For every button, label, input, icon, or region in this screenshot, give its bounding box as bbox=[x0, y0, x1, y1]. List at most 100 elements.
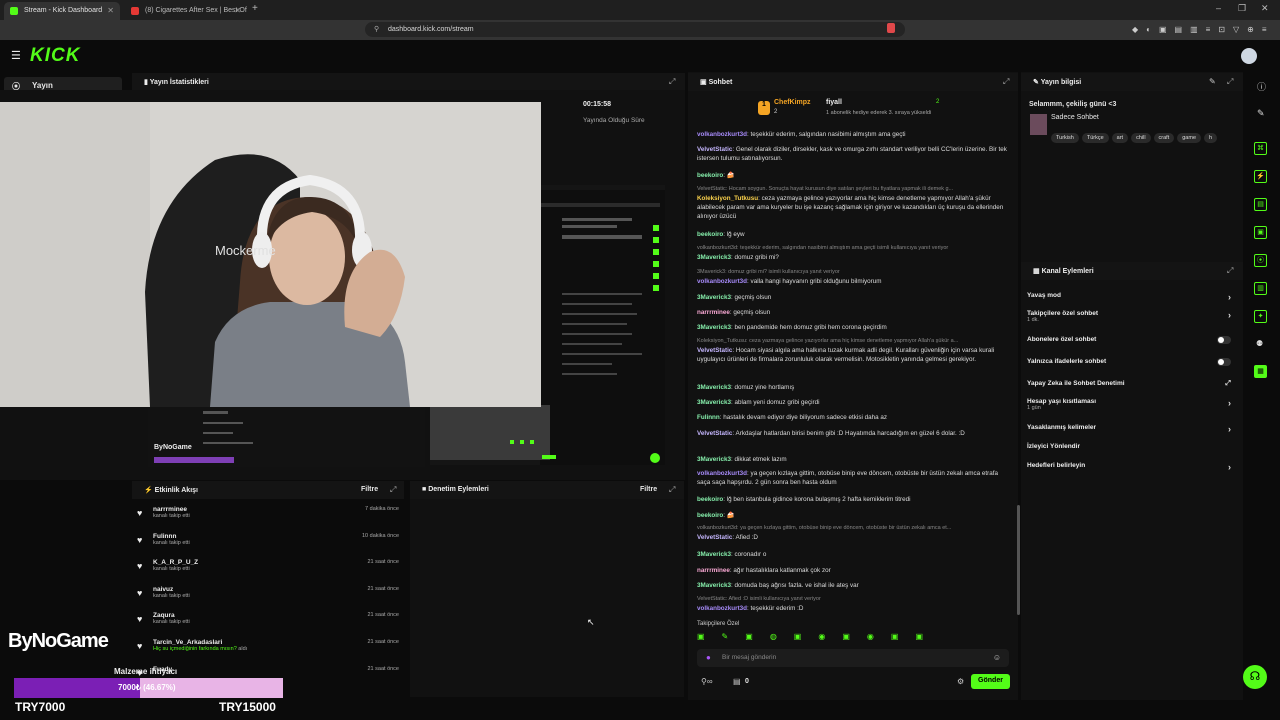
activity-user[interactable]: K_A_R_P_U_Z bbox=[153, 559, 399, 566]
chat-username[interactable]: 3Maverick3 bbox=[697, 384, 731, 391]
popout-icon[interactable]: ⤢ bbox=[1003, 77, 1009, 87]
extensions-icon[interactable]: ◆◐▣▤▥≡⊡▽⊕≡ bbox=[1132, 25, 1275, 34]
chat-username[interactable]: 3Maverick3 bbox=[697, 456, 731, 463]
chat-username[interactable]: volkanbozkurt3d bbox=[697, 605, 747, 612]
popout-icon[interactable]: ⤢ bbox=[669, 485, 675, 495]
chat-username[interactable]: beekoiro bbox=[697, 172, 723, 179]
chat-message[interactable]: 3Maverick3: geçmiş olsun bbox=[697, 293, 1012, 302]
chat-message[interactable]: beekoiro: lğ ben istanbula gidince koron… bbox=[697, 495, 1012, 504]
chat-username[interactable]: narrrminee bbox=[697, 567, 730, 574]
chat-message[interactable]: volkanbozkurt3d: ya geçen kızlaya gittim… bbox=[697, 524, 1012, 542]
rail-chat-icon[interactable]: ▣ bbox=[1254, 226, 1267, 239]
chat-tools-icon[interactable]: ⚲∞ bbox=[701, 677, 713, 686]
brave-shield-icon[interactable] bbox=[887, 23, 895, 33]
emoji-icon[interactable]: ☺ bbox=[993, 653, 1001, 662]
chat-message[interactable]: beekoiro: 🍰 bbox=[697, 511, 1012, 520]
rail-widget-5-icon[interactable]: ⦿ bbox=[1254, 254, 1267, 267]
chat-username[interactable]: 3Maverick3 bbox=[697, 582, 731, 589]
chat-message[interactable]: 3Maverick3: domuz gribi mi? isimli kulla… bbox=[697, 268, 1012, 286]
activity-user[interactable]: Zaqura bbox=[153, 612, 399, 619]
chat-username[interactable]: volkanbozkurt3d bbox=[697, 278, 747, 285]
rail-widget-6-icon[interactable]: ▥ bbox=[1254, 282, 1267, 295]
kick-logo[interactable]: KICK bbox=[30, 45, 80, 67]
chevron-right-icon[interactable]: › bbox=[1228, 310, 1231, 320]
popout-icon[interactable]: ⤢ bbox=[1227, 266, 1233, 276]
popout-icon[interactable]: ⤢ bbox=[390, 485, 396, 495]
channel-action[interactable]: İzleyici Yönlendir bbox=[1027, 443, 1237, 450]
tab-music[interactable]: (8) Cigarettes After Sex | Best Of ✕ bbox=[125, 2, 247, 20]
chat-message[interactable]: VelvetStatic: Genel olarak diziler, dirs… bbox=[697, 145, 1012, 163]
chat-message[interactable]: 3Maverick3: domuda baş ağrısı fazla. ve … bbox=[697, 581, 1012, 590]
close-tab-icon[interactable]: ✕ bbox=[234, 6, 241, 15]
chat-username[interactable]: volkanbozkurt3d bbox=[697, 470, 747, 477]
chat-username[interactable]: 3Maverick3 bbox=[697, 399, 731, 406]
activity-user[interactable]: Tarcin_Ve_Arkadaslari bbox=[153, 639, 399, 646]
chat-message[interactable]: narrrminee: ağır hastalıklara katlanmak … bbox=[697, 566, 1012, 575]
channel-action[interactable]: Hesap yaşı kısıtlaması 1 gün › bbox=[1027, 398, 1237, 411]
chat-message[interactable]: Koleksiyon_Tutkusu: ceza yazmaya gelince… bbox=[697, 337, 1012, 364]
chat-message[interactable]: narrrminee: geçmiş olsun bbox=[697, 308, 1012, 317]
chat-username[interactable]: VelvetStatic bbox=[697, 534, 732, 541]
channel-action[interactable]: Yapay Zeka ile Sohbet Denetimi ⤢ bbox=[1027, 380, 1237, 387]
rail-users-icon[interactable]: ⚉ bbox=[1256, 339, 1263, 348]
stream-tag[interactable]: h bbox=[1204, 133, 1218, 143]
chat-message[interactable]: beekoiro: lğ eyw bbox=[697, 230, 1012, 239]
microphone-icon[interactable]: ● bbox=[706, 653, 711, 662]
rail-active-widget-icon[interactable]: ▦ bbox=[1254, 365, 1267, 378]
rail-widget-1-icon[interactable]: ⌘ bbox=[1254, 142, 1267, 155]
stream-tag[interactable]: Turkish bbox=[1051, 133, 1079, 143]
maximize-icon[interactable]: ❐ bbox=[1238, 3, 1246, 14]
chat-username[interactable]: 3Maverick3 bbox=[697, 294, 731, 301]
address-bar[interactable]: ⚲ dashboard.kick.com/stream bbox=[365, 22, 905, 37]
rail-widget-3-icon[interactable]: ▤ bbox=[1254, 198, 1267, 211]
avatar[interactable] bbox=[1241, 48, 1257, 64]
chat-message[interactable]: volkanbozkurt3d: teşekkür ederim, salgın… bbox=[697, 244, 1012, 262]
rail-widget-2-icon[interactable]: ⚡ bbox=[1254, 170, 1267, 183]
stream-tag[interactable]: game bbox=[1177, 133, 1202, 143]
chat-message[interactable]: VelvetStatic: Arkdaşlar hatlardan birisi… bbox=[697, 429, 1012, 438]
channel-action[interactable]: Hedefleri belirleyin › bbox=[1027, 462, 1237, 472]
chat-username[interactable]: Koleksiyon_Tutkusu bbox=[697, 195, 758, 202]
popout-icon[interactable]: ⤢ bbox=[669, 77, 675, 87]
chat-username[interactable]: volkanbozkurt3d bbox=[697, 131, 747, 138]
chat-username[interactable]: Fulinnn bbox=[697, 414, 720, 421]
pencil-icon[interactable]: ✎ bbox=[1257, 108, 1265, 119]
chevron-right-icon[interactable]: › bbox=[1228, 424, 1231, 434]
external-link-icon[interactable]: ⤢ bbox=[1225, 380, 1231, 388]
chat-username[interactable]: 3Maverick3 bbox=[697, 324, 731, 331]
activity-user[interactable]: narrrminee bbox=[153, 506, 399, 513]
chat-input[interactable]: ● Bir mesaj gönderin ☺ bbox=[697, 649, 1009, 667]
chat-username[interactable]: beekoiro bbox=[697, 512, 723, 519]
chat-message[interactable]: 3Maverick3: dikkat etmek lazım bbox=[697, 455, 1012, 464]
stream-tag[interactable]: art bbox=[1111, 133, 1129, 143]
chat-username[interactable]: 3Maverick3 bbox=[697, 254, 731, 261]
stream-tag[interactable]: Türkçe bbox=[1081, 133, 1109, 143]
channel-action[interactable]: Yasaklanmış kelimeler › bbox=[1027, 424, 1237, 434]
close-window-icon[interactable]: ✕ bbox=[1261, 3, 1269, 14]
support-button[interactable]: ☊ bbox=[1243, 665, 1267, 689]
moderation-filter-button[interactable]: Filtre bbox=[640, 486, 657, 493]
chat-message[interactable]: 3Maverick3: ben pandemide hem domuz grib… bbox=[697, 323, 1012, 332]
chevron-right-icon[interactable]: › bbox=[1228, 462, 1231, 472]
chevron-right-icon[interactable]: › bbox=[1228, 292, 1231, 302]
menu-icon[interactable]: ☰ bbox=[11, 49, 21, 62]
site-info-icon[interactable]: ⚲ bbox=[374, 25, 379, 33]
chat-message[interactable]: VelvetStatic: Hocam soygun. Sonuçta haya… bbox=[697, 185, 1012, 221]
chat-username[interactable]: beekoiro bbox=[697, 231, 723, 238]
activity-filter-button[interactable]: Filtre bbox=[361, 486, 378, 493]
chevron-right-icon[interactable]: › bbox=[1228, 398, 1231, 408]
channel-action[interactable]: Yavaş mod › bbox=[1027, 292, 1237, 302]
edit-icon[interactable]: ✎ bbox=[1209, 77, 1216, 86]
chat-message[interactable]: volkanbozkurt3d: ya geçen kızlaya gittim… bbox=[697, 469, 1012, 487]
chat-message[interactable]: Fulinnn: hastalık devam ediyor diye bili… bbox=[697, 413, 1012, 422]
chat-username[interactable]: VelvetStatic bbox=[697, 146, 732, 153]
emote-bar[interactable]: ▣✎▣◍▣◉▣◉▣▣ bbox=[697, 632, 1012, 641]
chat-message[interactable]: 3Maverick3: coronadır o bbox=[697, 550, 1012, 559]
new-tab-button[interactable]: + bbox=[252, 3, 258, 14]
activity-user[interactable]: Fuady bbox=[153, 666, 399, 673]
channel-action[interactable]: Takipçilere özel sohbet 1 dk. › bbox=[1027, 310, 1237, 323]
toggle-switch[interactable] bbox=[1217, 336, 1231, 344]
chat-message[interactable]: 3Maverick3: domuz yine hortlamış bbox=[697, 383, 1012, 392]
chat-username[interactable]: VelvetStatic bbox=[697, 430, 732, 437]
channel-action[interactable]: Yalnızca ifadelerle sohbet bbox=[1027, 358, 1237, 366]
